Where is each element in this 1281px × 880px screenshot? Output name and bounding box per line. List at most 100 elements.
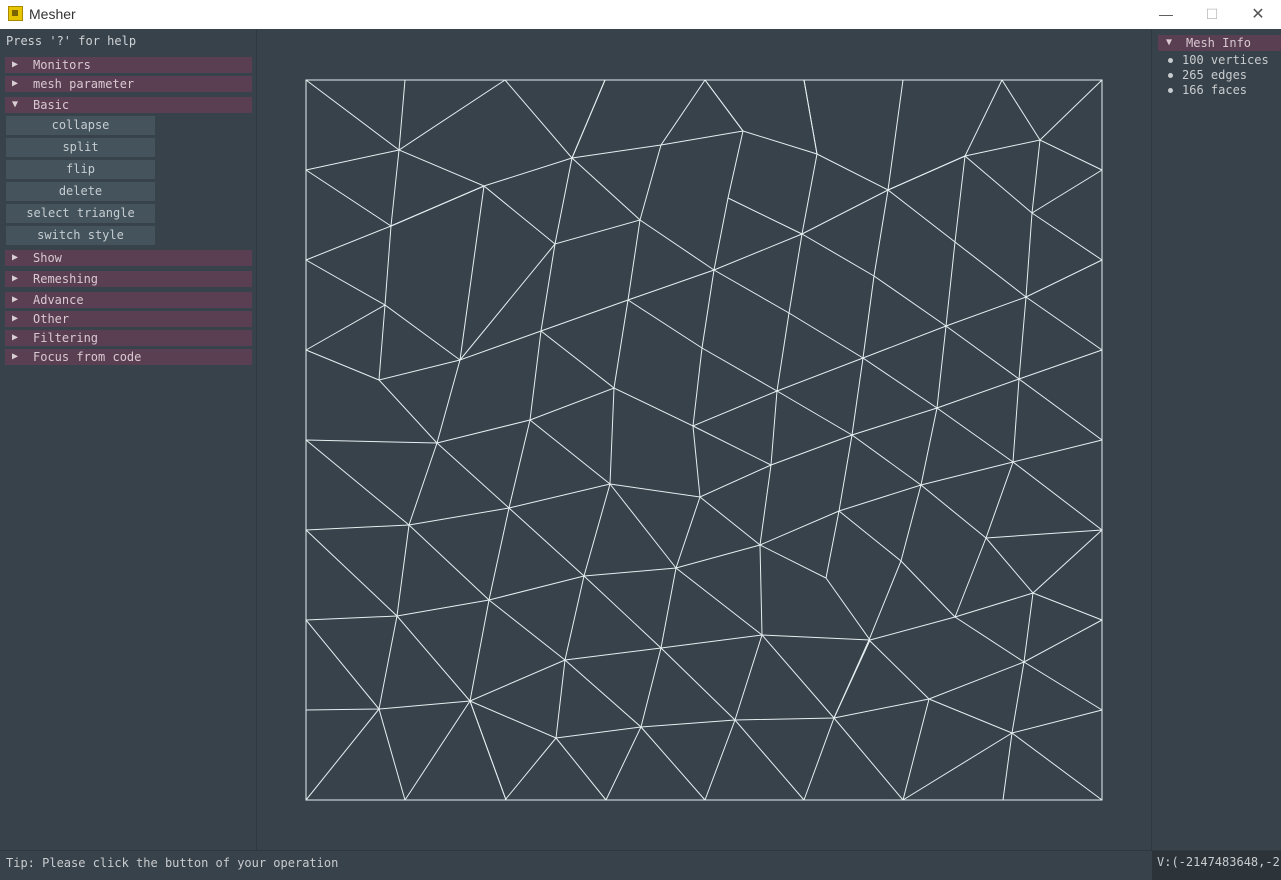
help-hint: Press '?' for help xyxy=(6,34,137,48)
collapsed-arrow-icon: ▶ xyxy=(12,273,19,284)
mesh-edge xyxy=(459,185,485,361)
control-panel: Press '?' for help ▶ Monitors ▶ mesh par… xyxy=(0,30,257,850)
mesh-edge xyxy=(660,647,736,721)
select-triangle-button[interactable]: select triangle xyxy=(6,204,155,223)
mesh-edge xyxy=(305,259,1103,444)
mesh-edge xyxy=(305,708,380,801)
mesh-edge xyxy=(851,434,922,486)
expanded-arrow-icon: ▼ xyxy=(12,99,19,110)
delete-button[interactable]: delete xyxy=(6,182,155,201)
mesh-edge xyxy=(390,185,485,227)
mesh-info-title: Mesh Info xyxy=(1186,36,1252,50)
bullet-icon xyxy=(1168,58,1173,63)
flip-button[interactable]: flip xyxy=(6,160,155,179)
mesh-edge xyxy=(305,349,380,381)
mesh-edge xyxy=(1031,212,1103,261)
mesh-edge xyxy=(396,615,471,702)
mesh-edge xyxy=(540,330,615,389)
mesh-edge xyxy=(469,79,573,801)
mesh-edge xyxy=(713,269,790,314)
mesh-edge xyxy=(404,619,1103,801)
vertex-coordinate-readout: V:(-2147483648,-2147483648) xyxy=(1152,851,1281,880)
mesh-edge xyxy=(1011,732,1103,801)
mesh-edge xyxy=(1012,461,1103,531)
switch-style-button[interactable]: switch style xyxy=(6,226,155,245)
mesh-edge xyxy=(902,698,930,801)
mesh-edge xyxy=(305,79,506,171)
mesh-edge xyxy=(838,510,902,562)
section-label: Focus from code xyxy=(33,350,142,364)
mesh-edge xyxy=(868,639,930,700)
section-label: Advance xyxy=(33,293,84,307)
section-label: mesh parameter xyxy=(33,77,135,91)
mesh-edge xyxy=(1023,661,1103,711)
mesh-edge xyxy=(954,241,1027,298)
section-label: Other xyxy=(33,312,70,326)
section-other[interactable]: ▶ Other xyxy=(5,311,252,327)
section-label: Remeshing xyxy=(33,272,99,286)
mesh-edge xyxy=(954,537,987,618)
section-mesh-parameter[interactable]: ▶ mesh parameter xyxy=(5,76,252,92)
mesh-edge xyxy=(801,233,875,277)
collapsed-arrow-icon: ▶ xyxy=(12,351,19,362)
collapsed-arrow-icon: ▶ xyxy=(12,78,19,89)
section-remeshing[interactable]: ▶ Remeshing xyxy=(5,271,252,287)
close-button[interactable]: ✕ xyxy=(1235,0,1281,29)
mesh-viewport[interactable] xyxy=(256,30,1151,850)
vertex-count: 100 vertices xyxy=(1182,53,1269,67)
mesh-edge xyxy=(305,79,1103,191)
mesh-edge xyxy=(469,700,507,801)
mesh-edge xyxy=(1018,378,1103,441)
mesh-edge xyxy=(1011,709,1103,734)
collapsed-arrow-icon: ▶ xyxy=(12,313,19,324)
status-bar: Tip: Please click the button of your ope… xyxy=(0,850,1281,880)
mesh-edge xyxy=(776,390,853,436)
section-label: Monitors xyxy=(33,58,91,72)
section-label: Show xyxy=(33,251,62,265)
mesh-edge xyxy=(571,79,606,159)
collapsed-arrow-icon: ▶ xyxy=(12,252,19,263)
mesh-edge xyxy=(862,357,938,409)
face-count: 166 faces xyxy=(1182,83,1248,97)
title-bar: Mesher — ☐ ✕ xyxy=(0,0,1281,29)
mesh-edge xyxy=(564,659,642,728)
mesh-edge xyxy=(508,507,585,577)
mesh-edge xyxy=(833,717,904,801)
mesh-edge xyxy=(640,726,706,801)
section-label: Filtering xyxy=(33,331,99,345)
mesh-edge xyxy=(954,616,1025,663)
mesh-edge xyxy=(305,529,1103,711)
section-filtering[interactable]: ▶ Filtering xyxy=(5,330,252,346)
split-button[interactable]: split xyxy=(6,138,155,157)
minimize-button[interactable]: — xyxy=(1143,0,1189,29)
maximize-button[interactable]: ☐ xyxy=(1189,0,1235,29)
mesh-edge xyxy=(555,737,607,801)
mesh-info-header[interactable]: ▼ Mesh Info xyxy=(1158,35,1281,51)
mesh-edge xyxy=(305,529,398,617)
bullet-icon xyxy=(1168,73,1173,78)
collapse-button[interactable]: collapse xyxy=(6,116,155,135)
tip-text: Tip: Please click the button of your ope… xyxy=(6,856,339,870)
section-advance[interactable]: ▶ Advance xyxy=(5,292,252,308)
mesh-edge xyxy=(305,439,1103,621)
mesh-edge xyxy=(692,425,772,466)
mesh-edge xyxy=(727,197,803,235)
mesh-edge xyxy=(900,560,956,618)
section-basic[interactable]: ▼ Basic xyxy=(5,97,252,113)
app-icon xyxy=(8,6,23,21)
mesh-edge xyxy=(609,483,677,569)
mesh-edge xyxy=(701,347,778,392)
mesh-info-panel: ▼ Mesh Info 100 vertices 265 edges 166 f… xyxy=(1151,30,1281,850)
collapsed-arrow-icon: ▶ xyxy=(12,294,19,305)
section-focus-from-code[interactable]: ▶ Focus from code xyxy=(5,349,252,365)
mesh-edge xyxy=(488,599,566,661)
mesh-edge xyxy=(803,79,818,155)
section-monitors[interactable]: ▶ Monitors xyxy=(5,57,252,73)
mesh-edge xyxy=(985,139,1041,801)
section-show[interactable]: ▶ Show xyxy=(5,250,252,266)
mesh-edge xyxy=(408,524,490,601)
collapsed-arrow-icon: ▶ xyxy=(12,59,19,70)
mesh-edges xyxy=(305,79,1103,801)
mesh-edge xyxy=(936,407,1014,463)
mesh-edge xyxy=(1025,296,1103,351)
